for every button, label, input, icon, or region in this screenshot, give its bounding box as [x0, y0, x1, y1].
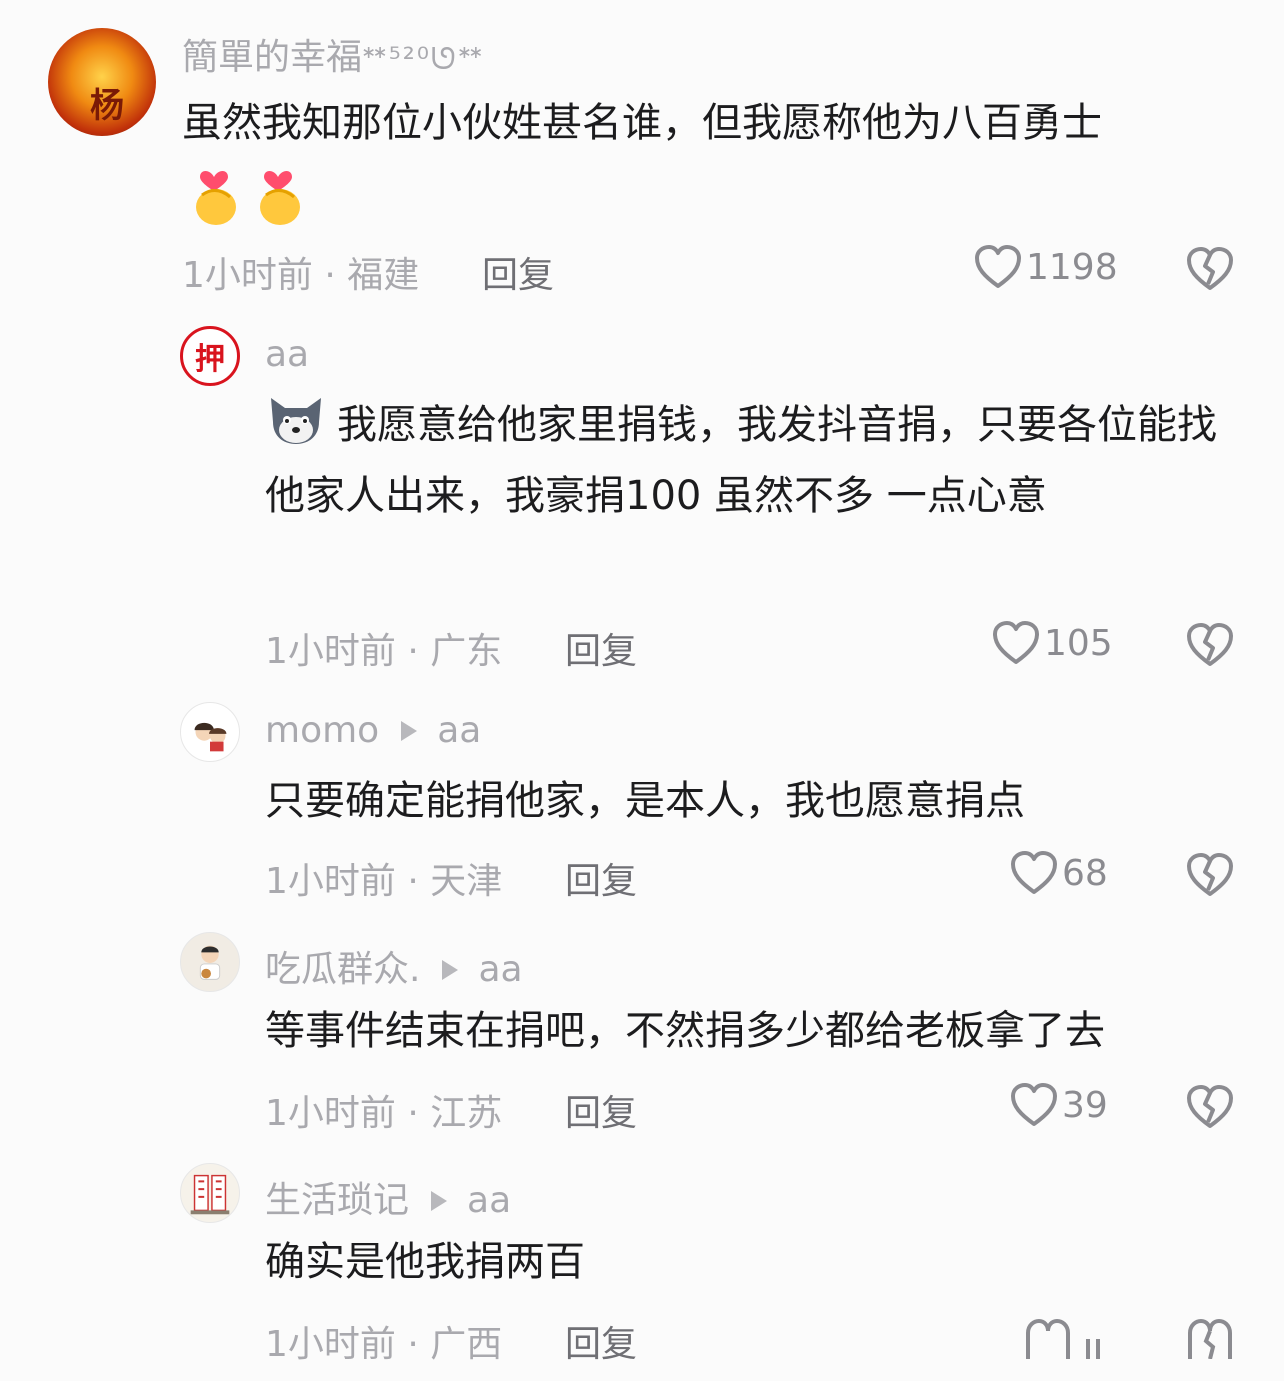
username-text: 生活琐记: [265, 1180, 410, 1221]
username[interactable]: 簡單的幸福ᕯ⁵²⁰ᘎᕯ: [182, 28, 485, 80]
avatar[interactable]: 押: [180, 326, 240, 386]
broken-heart-icon: [1187, 1085, 1233, 1128]
reply-button[interactable]: 回复: [565, 852, 637, 904]
play-arrow-icon: [401, 720, 418, 741]
username-suffix: ᕯ⁵²⁰ᘎᕯ: [362, 42, 485, 77]
comment-text: 只要确定能捐他家，是本人，我也愿意捐点: [265, 766, 1245, 837]
reply-button[interactable]: 回复: [565, 622, 637, 674]
heart-outline-icon: [975, 245, 1021, 288]
like-button[interactable]: [1024, 1319, 1120, 1359]
like-button[interactable]: 39: [1010, 1082, 1108, 1128]
reply-button[interactable]: 回复: [565, 1315, 637, 1367]
comment-text: 等事件结束在捐吧，不然捐多少都给老板拿了去: [265, 996, 1255, 1067]
comment-text: 确实是他我捐两百: [265, 1227, 1245, 1298]
heart-outline-icon: [1026, 1319, 1100, 1359]
comment-item: 押 aa 我愿意给他家里捐钱，我发抖音捐，只要各位能找他家人出来，我豪捐100 …: [0, 300, 1284, 676]
like-button[interactable]: 105: [992, 620, 1113, 666]
username-text: momo: [265, 710, 380, 751]
broken-heart-icon: [1187, 247, 1233, 290]
comment-text-content: 等事件结束在捐吧，不然捐多少都给老板拿了去: [265, 1008, 1105, 1054]
comment-item: 杨 簡單的幸福ᕯ⁵²⁰ᘎᕯ 虽然我知那位小伙姓甚名谁，但我愿称他为八百勇士 1小…: [0, 0, 1284, 300]
comment-time-location: 1小时前 · 江苏: [265, 1093, 503, 1134]
like-button[interactable]: 68: [1010, 850, 1108, 896]
dislike-button[interactable]: [1186, 622, 1234, 672]
comment-text-content: 我愿意给他家里捐钱，我发抖音捐，只要各位能找他家人出来，我豪捐100 虽然不多 …: [265, 402, 1217, 519]
username[interactable]: 生活琐记 aa: [265, 1171, 511, 1223]
dislike-button[interactable]: [1186, 1318, 1234, 1363]
dislike-button[interactable]: [1186, 852, 1234, 902]
broken-heart-icon: [1187, 623, 1233, 666]
like-count: 105: [1044, 622, 1113, 664]
reply-button[interactable]: 回复: [482, 246, 554, 298]
play-arrow-icon: [442, 959, 459, 980]
avatar-art: [190, 1174, 230, 1215]
like-button[interactable]: 1198: [974, 244, 1118, 290]
broken-heart-icon: [1188, 1318, 1232, 1360]
avatar-art: [194, 722, 227, 752]
comment-item: momo aa 只要确定能捐他家，是本人，我也愿意捐点 1小时前 · 天津 回复 …: [0, 676, 1284, 908]
avatar[interactable]: [180, 702, 240, 762]
comment-item: 生活琐记 aa 确实是他我捐两百 1小时前 · 广西 回复: [0, 1139, 1284, 1381]
reply-to-username: aa: [478, 949, 523, 990]
wolf-emoji: [265, 392, 327, 448]
comment-time-location: 1小时前 · 广东: [265, 631, 503, 672]
avatar-glyph: 杨: [90, 85, 124, 126]
dislike-button[interactable]: [1186, 1084, 1234, 1134]
heart-outline-icon: [1011, 1083, 1057, 1126]
like-count: 68: [1062, 852, 1108, 894]
comment-text-content: 虽然我知那位小伙姓甚名谁，但我愿称他为八百勇士: [182, 100, 1102, 146]
comment-text-content: 确实是他我捐两百: [265, 1239, 585, 1285]
play-arrow-icon: [431, 1190, 448, 1211]
reply-button[interactable]: 回复: [565, 1084, 637, 1136]
username[interactable]: aa: [265, 334, 309, 375]
comment-time-location: 1小时前 · 广西: [265, 1324, 503, 1365]
username[interactable]: momo aa: [265, 710, 481, 751]
comment-text: 虽然我知那位小伙姓甚名谁，但我愿称他为八百勇士: [182, 88, 1242, 248]
username-text: 吃瓜群众.: [265, 949, 421, 990]
comment-text: 我愿意给他家里捐钱，我发抖音捐，只要各位能找他家人出来，我豪捐100 虽然不多 …: [265, 390, 1245, 532]
username[interactable]: 吃瓜群众. aa: [265, 940, 523, 992]
avatar-art: [199, 945, 221, 980]
dislike-button[interactable]: [1186, 246, 1234, 296]
comment-time-location: 1小时前 · 天津: [265, 861, 503, 902]
reply-to-username: aa: [437, 710, 482, 751]
broken-heart-icon: [1187, 853, 1233, 896]
avatar[interactable]: 杨: [48, 28, 156, 136]
username-text: aa: [265, 334, 310, 375]
avatar[interactable]: [180, 1163, 240, 1223]
like-count: 39: [1062, 1084, 1108, 1126]
like-count: 1198: [1026, 246, 1118, 288]
finger-heart-emoji-art: [196, 171, 300, 225]
reply-to-username: aa: [467, 1180, 512, 1221]
finger-heart-emoji: [182, 159, 312, 225]
comment-time-location: 1小时前 · 福建: [182, 255, 420, 296]
heart-outline-icon: [1011, 851, 1057, 894]
avatar-glyph: 押: [195, 342, 225, 377]
wolf-emoji-art: [271, 398, 321, 444]
comment-text-content: 只要确定能捐他家，是本人，我也愿意捐点: [265, 778, 1025, 824]
avatar[interactable]: [180, 932, 240, 992]
heart-outline-icon: [993, 621, 1039, 664]
username-text: 簡單的幸福: [182, 37, 363, 78]
comment-item: 吃瓜群众. aa 等事件结束在捐吧，不然捐多少都给老板拿了去 1小时前 · 江苏 …: [0, 908, 1284, 1139]
